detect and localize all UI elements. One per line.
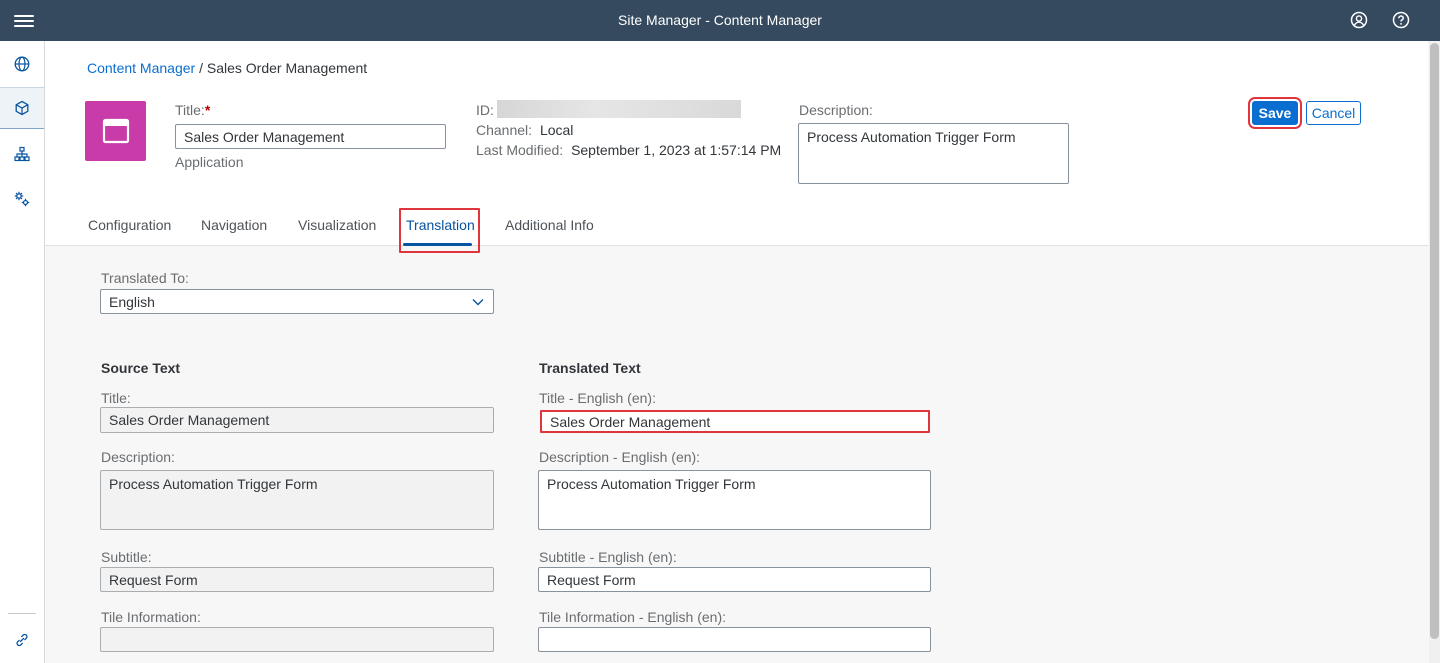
source-subtitle-field: Request Form: [100, 567, 494, 592]
language-select[interactable]: English: [100, 289, 494, 314]
app-title: Site Manager - Content Manager: [618, 12, 822, 28]
title-label-group: Title:*: [175, 102, 210, 118]
tab-visualization[interactable]: Visualization: [298, 217, 376, 233]
nav-hierarchy-icon[interactable]: [0, 133, 44, 175]
nav-sites-globe-icon[interactable]: [0, 43, 44, 85]
source-text-heading: Source Text: [101, 360, 181, 376]
chevron-down-icon: [472, 298, 484, 305]
translated-title-input[interactable]: Sales Order Management: [540, 410, 930, 433]
language-select-value: English: [109, 293, 155, 310]
nav-link-icon[interactable]: [0, 619, 44, 661]
nav-divider: [8, 613, 36, 614]
source-title-label: Title:: [101, 390, 131, 406]
source-description-label: Description:: [101, 449, 175, 465]
translated-text-heading: Translated Text: [539, 360, 641, 376]
breadcrumb-current: Sales Order Management: [206, 60, 368, 76]
tab-additional-info[interactable]: Additional Info: [505, 217, 594, 233]
last-modified-value: September 1, 2023 at 1:57:14 PM: [571, 142, 782, 158]
vertical-scrollbar[interactable]: [1429, 41, 1440, 663]
translated-title-label: Title - English (en):: [539, 390, 656, 406]
translated-description-label: Description - English (en):: [539, 449, 701, 465]
tab-navigation[interactable]: Navigation: [201, 217, 267, 233]
object-type: Application: [175, 154, 244, 170]
source-description-field: Process Automation Trigger Form: [100, 470, 494, 530]
id-value-redacted: [497, 100, 741, 118]
scrollbar-thumb[interactable]: [1430, 43, 1439, 639]
channel-label: Channel:: [476, 122, 533, 138]
object-header: Content Manager / Sales Order Management…: [45, 41, 1428, 253]
title-input[interactable]: Sales Order Management: [175, 124, 446, 149]
translated-description-textarea[interactable]: Process Automation Trigger Form: [538, 470, 931, 530]
channel-row: Channel: Local: [476, 122, 573, 138]
source-subtitle-label: Subtitle:: [101, 549, 152, 565]
source-tile-info-field: [100, 627, 494, 652]
shell-bar: Site Manager - Content Manager: [0, 0, 1440, 41]
translated-tile-info-input[interactable]: [538, 627, 931, 652]
channel-value: Local: [539, 122, 574, 138]
translation-tab-highlight: [399, 208, 480, 253]
description-textarea[interactable]: Process Automation Trigger Form: [798, 123, 1069, 184]
source-title-field: Sales Order Management: [100, 407, 494, 433]
modified-row: Last Modified: September 1, 2023 at 1:57…: [476, 142, 781, 158]
nav-settings-gears-icon[interactable]: [0, 178, 44, 220]
title-label: Title:: [175, 102, 205, 118]
description-label: Description:: [799, 102, 873, 118]
save-button[interactable]: Save: [1248, 97, 1302, 129]
required-marker: *: [204, 102, 211, 118]
breadcrumb-separator: /: [199, 60, 203, 76]
tab-configuration[interactable]: Configuration: [88, 217, 171, 233]
id-label: ID:: [476, 102, 494, 118]
translated-tile-info-label: Tile Information - English (en):: [539, 609, 726, 625]
last-modified-label: Last Modified:: [476, 142, 564, 158]
cancel-button[interactable]: Cancel: [1306, 101, 1361, 125]
application-tile-icon: [85, 101, 146, 161]
nav-content-manager-cube-icon[interactable]: [0, 87, 44, 129]
breadcrumb-link-content-manager[interactable]: Content Manager: [87, 60, 195, 76]
source-tile-info-label: Tile Information:: [101, 609, 201, 625]
translated-subtitle-label: Subtitle - English (en):: [539, 549, 677, 565]
side-navigation: [0, 41, 45, 663]
translated-to-label: Translated To:: [101, 270, 189, 286]
user-profile-icon[interactable]: [1350, 11, 1368, 29]
breadcrumb: Content Manager / Sales Order Management: [87, 60, 367, 76]
translated-subtitle-input[interactable]: Request Form: [538, 567, 931, 592]
help-icon[interactable]: [1392, 11, 1410, 29]
